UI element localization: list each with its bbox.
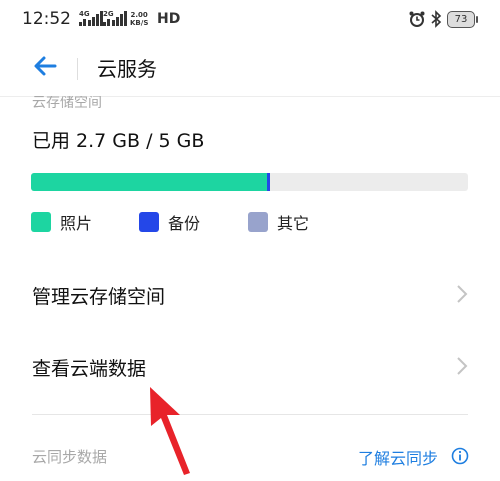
manage-storage-label: 管理云存储空间 xyxy=(32,286,166,308)
learn-cloud-sync-link[interactable]: 了解云同步 xyxy=(358,445,438,469)
view-cloud-data-label: 查看云端数据 xyxy=(32,358,147,380)
legend-other-label: 其它 xyxy=(277,214,310,233)
legend-backup-swatch xyxy=(139,212,159,232)
legend-photos-swatch xyxy=(31,212,51,232)
battery-icon: 73 xyxy=(447,11,478,28)
sim2-signal-bars-icon xyxy=(112,11,127,26)
storage-usage-text: 已用 2.7 GB / 5 GB xyxy=(32,130,205,152)
chevron-right-icon xyxy=(456,284,468,308)
cloud-sync-section-label: 云同步数据 xyxy=(32,448,108,466)
storage-bar-backup xyxy=(266,173,271,191)
legend-backup-label: 备份 xyxy=(168,214,201,233)
section-divider xyxy=(32,414,468,415)
back-arrow-icon[interactable] xyxy=(32,53,58,83)
top-app-bar: 云服务 xyxy=(0,40,500,97)
annotation-arrow-icon xyxy=(140,385,200,481)
bluetooth-icon xyxy=(430,10,442,32)
legend-other-swatch xyxy=(248,212,268,232)
view-cloud-data-item[interactable]: 查看云端数据 xyxy=(32,346,468,386)
network-speed-unit: KB/S xyxy=(130,19,149,27)
manage-storage-item[interactable]: 管理云存储空间 xyxy=(32,274,468,314)
sim1-signal-bars-icon xyxy=(88,11,103,26)
alarm-icon xyxy=(408,10,426,32)
sim1-signal-icon xyxy=(79,19,86,26)
info-icon[interactable] xyxy=(451,447,469,469)
hd-voice-indicator: HD xyxy=(157,11,181,27)
legend-other: 其它 xyxy=(248,212,310,233)
storage-usage-bar xyxy=(31,173,468,191)
legend-backup: 备份 xyxy=(139,212,201,233)
storage-bar-photos xyxy=(31,173,267,191)
chevron-right-icon xyxy=(456,356,468,380)
legend-photos-label: 照片 xyxy=(60,214,93,233)
network-speed-value: 2.00 xyxy=(130,11,148,19)
cloud-storage-section-label: 云存储空间 xyxy=(32,96,102,108)
header-divider xyxy=(77,58,78,80)
legend-photos: 照片 xyxy=(31,212,93,233)
page-title: 云服务 xyxy=(97,57,157,81)
sim2-signal-icon xyxy=(103,19,110,26)
status-time: 12:52 xyxy=(22,9,71,29)
status-bar: 12:52 4G 2G 2.00 KB/S HD 73 xyxy=(0,0,500,40)
network-speed: 2.00 KB/S xyxy=(130,11,148,27)
